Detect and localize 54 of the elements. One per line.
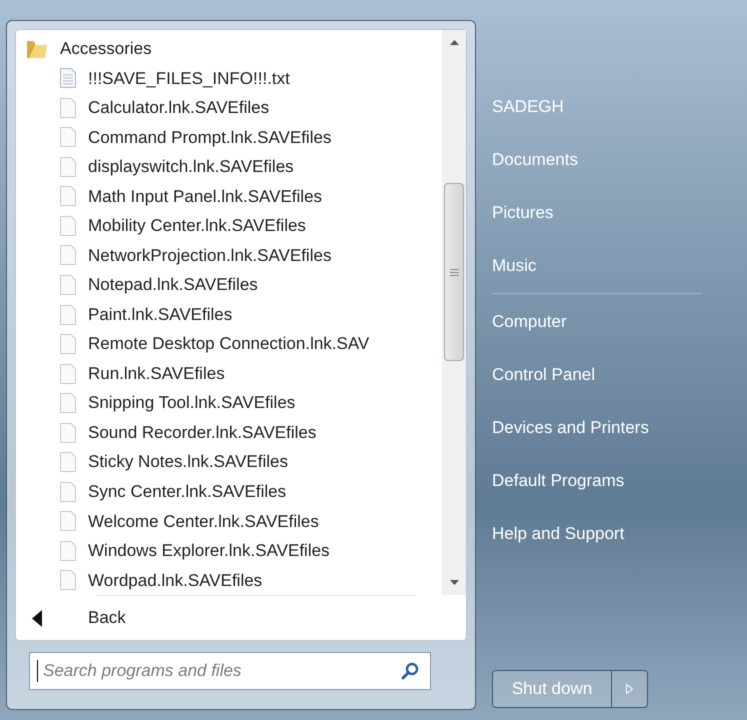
arrow-icon [626,684,633,694]
program-item[interactable]: Math Input Panel.lnk.SAVEfiles [16,182,442,212]
shut-down-options-button[interactable] [612,670,648,708]
file-icon [60,482,76,502]
program-item[interactable]: Notepad.lnk.SAVEfiles [16,270,442,300]
file-icon [60,216,76,236]
program-item[interactable]: Sound Recorder.lnk.SAVEfiles [16,418,442,448]
search-field[interactable]: Search programs and files [29,652,431,690]
program-item[interactable]: Calculator.lnk.SAVEfiles [16,93,442,123]
program-item[interactable]: NetworkProjection.lnk.SAVEfiles [16,240,442,270]
program-item[interactable]: Windows Explorer.lnk.SAVEfiles [16,536,442,566]
grip-icon [450,268,458,276]
program-item[interactable]: Welcome Center.lnk.SAVEfiles [16,506,442,536]
file-icon [60,452,76,472]
program-item[interactable]: Wordpad.lnk.SAVEfiles [16,566,442,596]
folder-item[interactable]: Accessories [16,34,442,64]
file-icon [60,245,76,266]
file-icon [60,422,76,443]
menu-link[interactable]: Devices and Printers [492,411,726,444]
file-icon [60,570,76,590]
back-button[interactable]: Back [16,596,466,640]
file-icon [60,393,76,414]
program-item[interactable]: Run.lnk.SAVEfiles [16,358,442,388]
scrollbar[interactable] [442,30,466,595]
menu-link[interactable]: Default Programs [492,464,726,497]
program-item[interactable]: Sync Center.lnk.SAVEfiles [16,476,442,506]
file-icon [60,540,76,561]
scroll-thumb[interactable] [444,183,464,361]
file-icon [60,127,76,148]
program-item[interactable]: Command Prompt.lnk.SAVEfiles [16,122,442,152]
back-arrow-icon [32,610,42,626]
program-item[interactable]: Mobility Center.lnk.SAVEfiles [16,211,442,241]
search-icon[interactable] [401,662,419,680]
program-item[interactable]: !!!SAVE_FILES_INFO!!!.txt [16,64,442,94]
file-icon [60,304,76,325]
folder-icon [26,38,48,59]
program-item[interactable]: Paint.lnk.SAVEfiles [16,300,442,330]
file-icon [60,364,76,384]
file-icon [60,511,76,532]
scroll-down-icon[interactable] [450,580,458,585]
program-item[interactable]: Sticky Notes.lnk.SAVEfiles [16,447,442,477]
file-icon [60,98,76,118]
menu-link[interactable]: Control Panel [492,358,726,391]
program-item[interactable]: displayswitch.lnk.SAVEfiles [16,152,442,182]
file-icon [60,156,76,177]
scroll-up-icon[interactable] [450,40,458,45]
text-cursor [37,660,38,682]
file-icon [60,186,76,206]
menu-link[interactable]: Help and Support [492,517,726,550]
text-file-icon [60,68,76,88]
program-item[interactable]: Snipping Tool.lnk.SAVEfiles [16,388,442,418]
file-icon [60,334,76,354]
file-icon [60,275,76,296]
program-item[interactable]: Remote Desktop Connection.lnk.SAV [16,329,442,359]
